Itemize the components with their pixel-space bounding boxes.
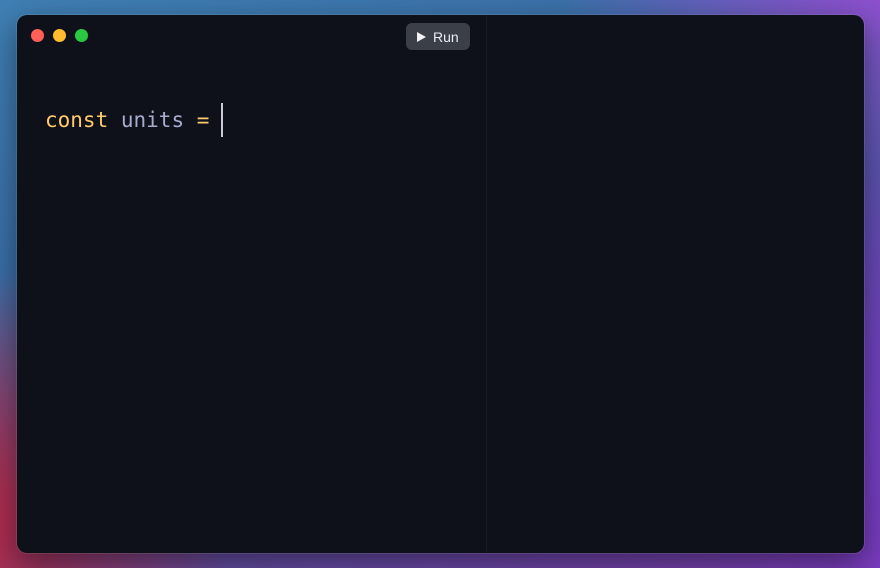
editor-window: Run const units = [17,15,864,553]
operator-token: = [196,108,210,132]
code-editor[interactable]: const units = [17,15,486,553]
output-pane [487,15,864,553]
identifier-token: units [120,108,185,132]
keyword-token: const [45,108,109,132]
text-caret [221,103,224,137]
code-line[interactable]: const units = [45,103,224,137]
